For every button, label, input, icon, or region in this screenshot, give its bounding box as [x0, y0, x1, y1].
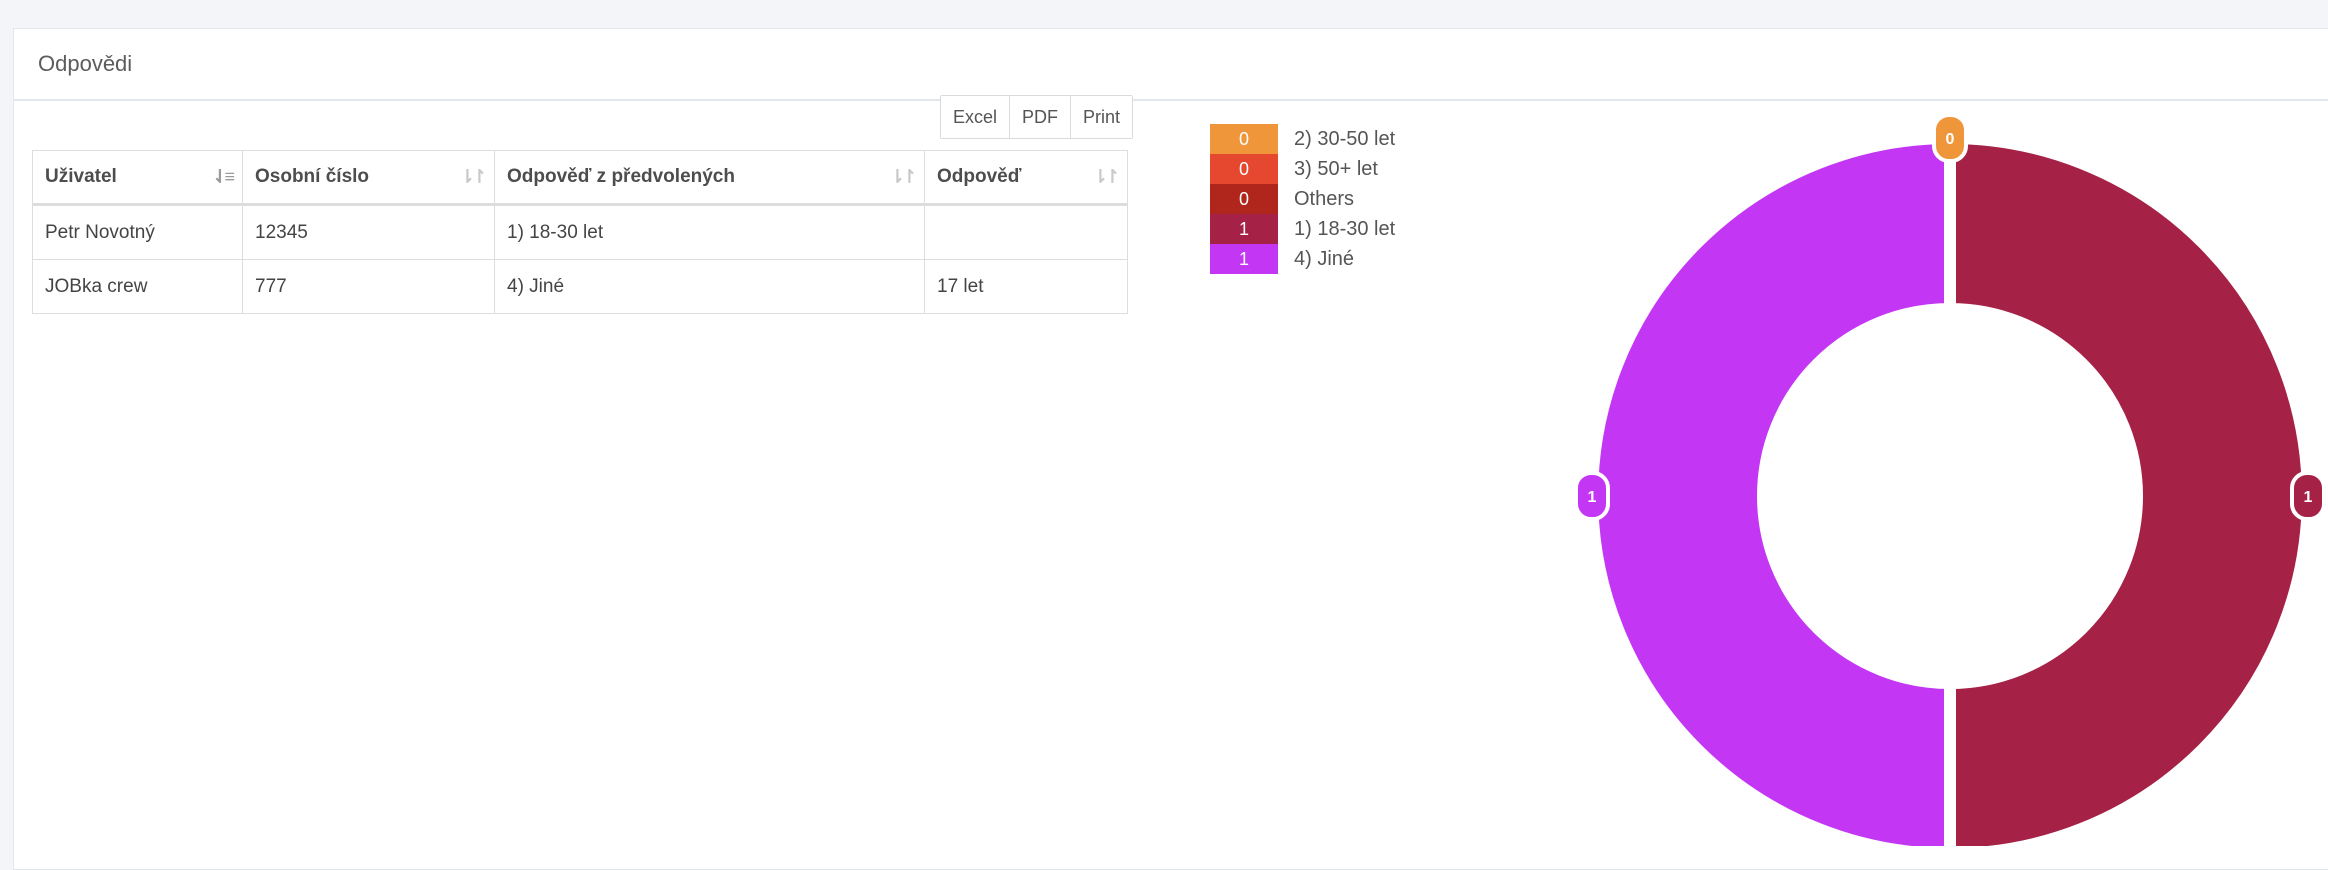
svg-text:1: 1 — [2304, 489, 2313, 506]
slice-value-label: 1 — [1574, 471, 1610, 521]
slice-value-label: 1 — [2290, 471, 2326, 521]
slice-value-label: 0 — [1932, 113, 1968, 163]
donut-chart: 0 1 1 — [1574, 113, 2326, 846]
donut-slice[interactable] — [1944, 131, 2314, 846]
svg-text:0: 0 — [1946, 131, 1955, 148]
donut-slice[interactable] — [1586, 131, 1956, 846]
svg-text:1: 1 — [1588, 489, 1597, 506]
